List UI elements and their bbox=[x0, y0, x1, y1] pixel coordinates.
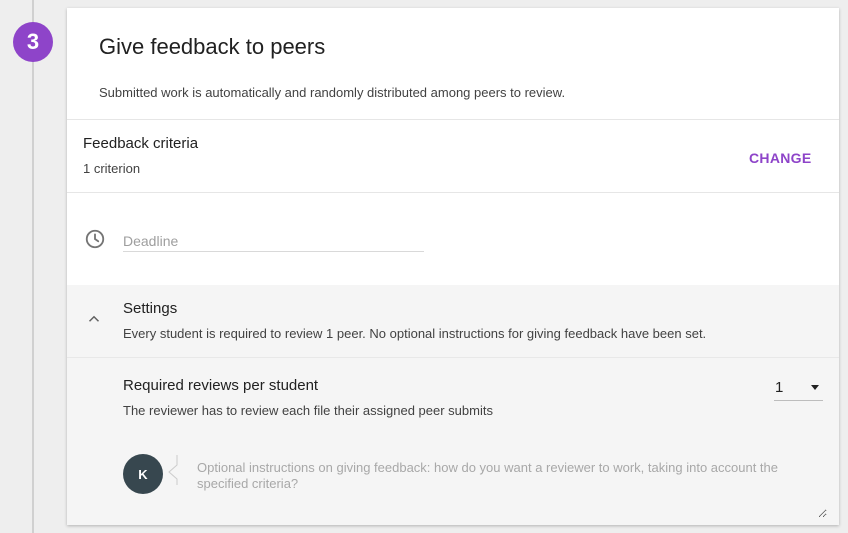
reviews-title: Required reviews per student bbox=[123, 377, 319, 394]
chevron-down-icon bbox=[811, 385, 819, 390]
settings-title: Settings bbox=[123, 300, 178, 317]
timeline-line bbox=[32, 0, 34, 533]
chevron-up-icon[interactable] bbox=[85, 310, 103, 328]
step-number-badge: 3 bbox=[13, 22, 53, 62]
clock-icon bbox=[85, 229, 105, 249]
card-title: Give feedback to peers bbox=[99, 34, 326, 59]
avatar: K bbox=[123, 454, 163, 494]
deadline-input[interactable] bbox=[123, 230, 424, 252]
settings-summary: Every student is required to review 1 pe… bbox=[123, 326, 707, 341]
reviews-count-value: 1 bbox=[775, 379, 784, 396]
settings-panel: Settings Every student is required to re… bbox=[67, 285, 839, 525]
reviews-description: The reviewer has to review each file the… bbox=[123, 403, 493, 418]
peer-feedback-card: Give feedback to peers Submitted work is… bbox=[67, 8, 839, 525]
feedback-instructions-textarea[interactable] bbox=[197, 460, 827, 518]
divider bbox=[67, 192, 839, 193]
criteria-count: 1 criterion bbox=[83, 161, 141, 176]
divider bbox=[67, 357, 839, 358]
criteria-title: Feedback criteria bbox=[83, 135, 199, 152]
card-description: Submitted work is automatically and rand… bbox=[99, 85, 566, 100]
speech-bubble-tail bbox=[168, 455, 178, 485]
divider bbox=[67, 119, 839, 120]
reviews-count-select[interactable]: 1 bbox=[774, 377, 823, 401]
change-criteria-button[interactable]: CHANGE bbox=[743, 146, 817, 170]
